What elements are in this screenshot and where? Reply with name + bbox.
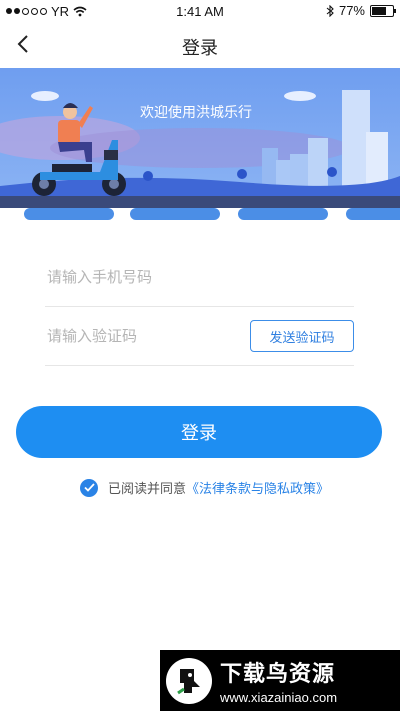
login-form: 发送验证码 xyxy=(45,248,354,366)
battery-icon xyxy=(370,4,396,17)
watermark: 下载鸟资源 www.xiazainiao.com xyxy=(160,650,400,711)
bluetooth-icon xyxy=(326,4,334,17)
banner-welcome-text: 欢迎使用洪城乐行 xyxy=(140,104,252,120)
battery-percent: 77% xyxy=(338,3,365,18)
watermark-logo xyxy=(166,657,212,704)
watermark-title: 下载鸟资源 xyxy=(220,661,336,686)
welcome-banner: 欢迎使用洪城乐行 xyxy=(0,68,400,220)
code-field-row: 发送验证码 xyxy=(45,307,354,366)
login-button[interactable]: 登录 xyxy=(16,406,382,458)
phone-input[interactable] xyxy=(45,267,239,287)
phone-field-row xyxy=(45,248,354,307)
watermark-url: www.xiazainiao.com xyxy=(220,690,338,705)
agreement-text: 已阅读并同意 xyxy=(108,481,187,496)
bird-logo-icon xyxy=(177,668,200,694)
policy-link[interactable]: 《法律条款与隐私政策》 xyxy=(186,478,329,497)
page-title: 登录 xyxy=(182,38,218,58)
verification-code-input[interactable] xyxy=(45,326,239,346)
nav-bar: 登录 xyxy=(0,22,400,68)
status-bar: YR 1:41 AM 77% xyxy=(0,0,400,22)
check-icon xyxy=(83,483,95,492)
agreement-row: 已阅读并同意 《法律条款与隐私政策》 xyxy=(80,478,329,497)
send-code-button[interactable]: 发送验证码 xyxy=(250,320,354,352)
banner-illustration xyxy=(0,68,400,220)
agree-checkbox[interactable] xyxy=(80,478,98,497)
